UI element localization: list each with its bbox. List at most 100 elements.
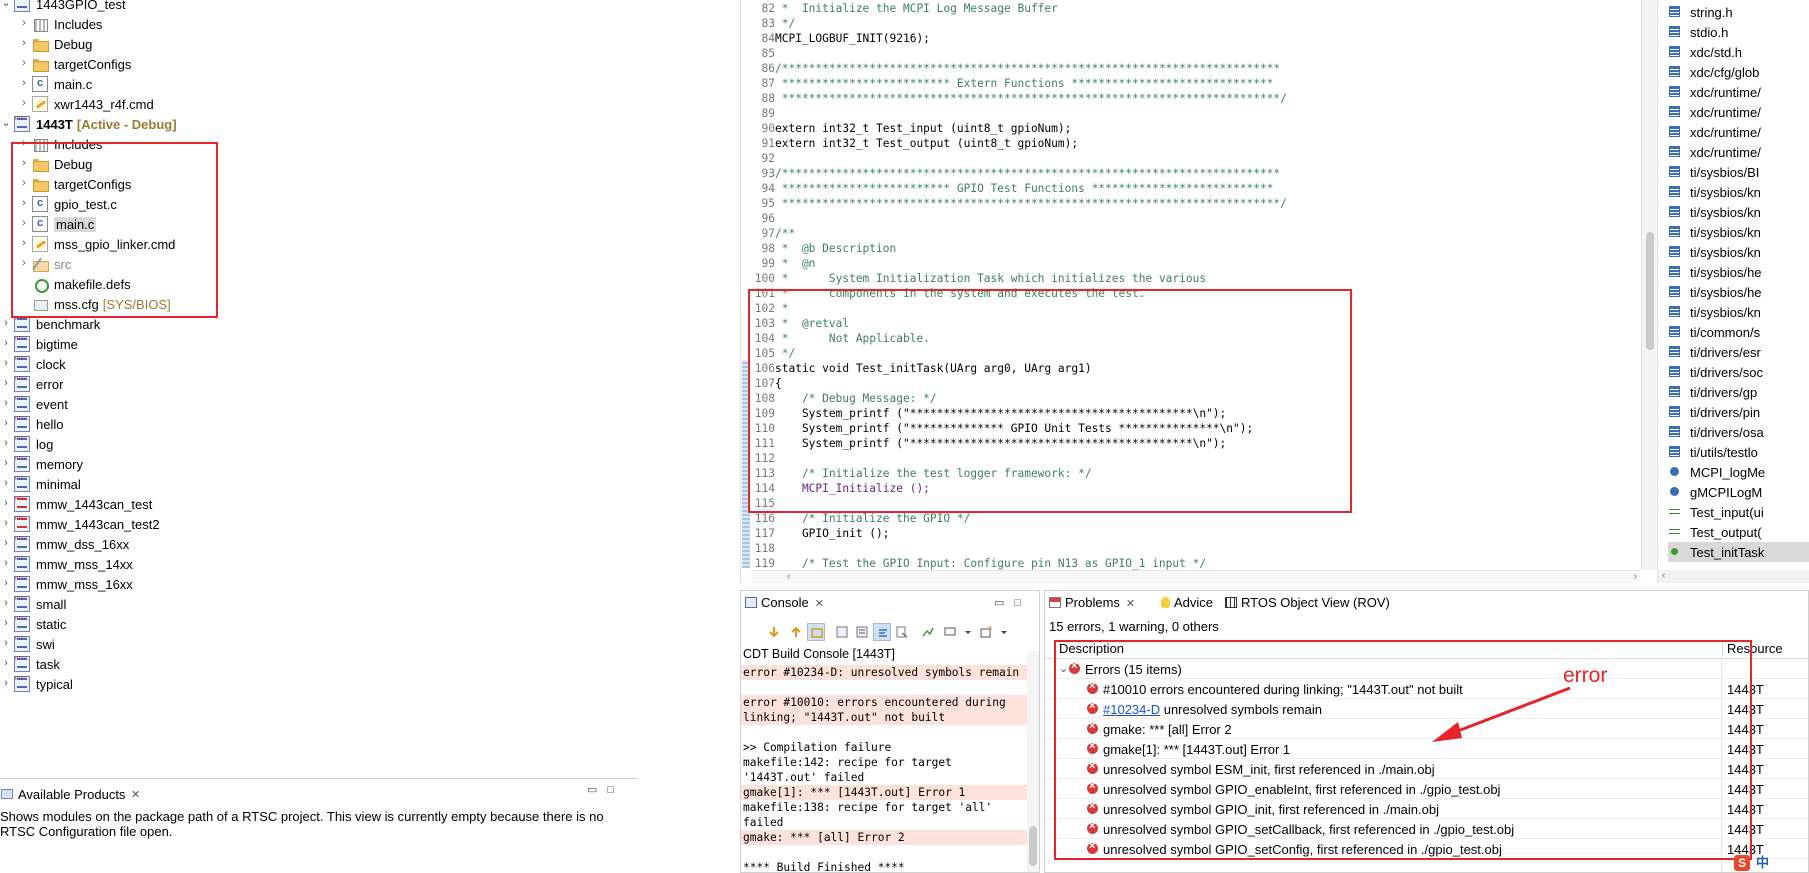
outline-item[interactable]: Test_output( [1668,522,1809,542]
column-description[interactable]: Description [1059,641,1124,656]
chevron-right-icon[interactable]: › [0,516,12,530]
file-main-c[interactable]: › main.c [0,74,630,94]
code-line[interactable]: 112 [741,451,1641,466]
outline-item[interactable]: ti/common/s [1668,322,1809,342]
outline-item[interactable]: xdc/runtime/ [1668,82,1809,102]
project-error[interactable]: › error [0,374,630,394]
includes[interactable]: › Includes [0,14,630,34]
chevron-right-icon[interactable]: › [18,76,30,90]
chevron-right-icon[interactable]: › [0,656,12,670]
project-small[interactable]: › small [0,594,630,614]
chevron-right-icon[interactable]: › [18,56,30,70]
tab-rtos-object-view[interactable]: RTOS Object View (ROV) [1225,595,1390,615]
chevron-right-icon[interactable]: › [18,176,30,190]
outline-item[interactable]: ti/drivers/pin [1668,402,1809,422]
folder-debug[interactable]: › Debug [0,34,630,54]
outline-item[interactable]: Test_initTask [1668,542,1809,562]
outline-item[interactable]: stdio.h [1668,22,1809,42]
code-line[interactable]: 99 * @n [741,256,1641,271]
outline-item[interactable]: ti/sysbios/kn [1668,302,1809,322]
outline-item[interactable]: ti/drivers/soc [1668,362,1809,382]
project-memory[interactable]: › memory [0,454,630,474]
problem-row[interactable]: unresolved symbol GPIO_setConfig, first … [1045,839,1808,859]
code-line[interactable]: 113 /* Initialize the test logger framew… [741,466,1641,481]
tab-advice[interactable]: Advice [1161,595,1213,615]
file-gpio-test-c[interactable]: › gpio_test.c [0,194,630,214]
project-log[interactable]: › log [0,434,630,454]
outline-item[interactable]: gMCPILogM [1668,482,1809,502]
code-line[interactable]: 116 /* Initialize the GPIO */ [741,511,1641,526]
chevron-right-icon[interactable]: › [0,556,12,570]
chevron-right-icon[interactable]: › [0,676,12,690]
code-line[interactable]: 102 * [741,301,1641,316]
code-line[interactable]: 108 /* Debug Message: */ [741,391,1641,406]
project-mmw-mss-14xx[interactable]: › mmw_mss_14xx [0,554,630,574]
project-hello[interactable]: › hello [0,414,630,434]
code-line[interactable]: 88 *************************************… [741,91,1641,106]
code-line[interactable]: 117 GPIO_init (); [741,526,1641,541]
ime-indicator[interactable]: S中 [1734,852,1809,873]
code-line[interactable]: 110 System_printf ("************** GPIO … [741,421,1641,436]
chevron-right-icon[interactable]: › [0,396,12,410]
code-line[interactable]: 109 System_printf ("********************… [741,406,1641,421]
pin-console-button[interactable] [893,623,911,641]
code-line[interactable]: 93/*************************************… [741,166,1641,181]
outline-item[interactable]: xdc/runtime/ [1668,122,1809,142]
problem-row[interactable]: unresolved symbol GPIO_init, first refer… [1045,799,1808,819]
code-line[interactable]: 111 System_printf ("********************… [741,436,1641,451]
editor-vertical-scrollbar[interactable] [1641,0,1657,570]
console-vertical-scrollbar[interactable] [1027,651,1039,872]
code-line[interactable]: 106static void Test_initTask(UArg arg0, … [741,361,1641,376]
scroll-left-icon[interactable]: ‹ [787,571,790,582]
code-line[interactable]: 84MCPI_LOGBUF_INIT(9216); [741,31,1641,46]
project-1443gpio-test[interactable]: ⌄ 1443GPIO_test [0,0,630,14]
problem-row[interactable]: unresolved symbol ESM_init, first refere… [1045,759,1808,779]
chevron-right-icon[interactable]: › [0,496,12,510]
outline-horizontal-scrollbar[interactable]: ‹ [1658,570,1809,583]
chevron-right-icon[interactable]: › [0,596,12,610]
chevron-right-icon[interactable]: › [18,256,30,270]
open-console-dropdown[interactable] [995,623,1013,641]
display-selected-console-button[interactable] [919,623,937,641]
outline-item[interactable]: ti/drivers/osa [1668,422,1809,442]
outline-item[interactable]: ti/sysbios/he [1668,262,1809,282]
file-mss-cfg[interactable]: mss.cfg [SYS/BIOS] [0,294,630,314]
chevron-right-icon[interactable]: › [18,196,30,210]
outline-item[interactable]: ti/sysbios/kn [1668,222,1809,242]
code-line[interactable]: 105 */ [741,346,1641,361]
link-button[interactable] [807,623,825,641]
chevron-right-icon[interactable]: › [0,436,12,450]
code-line[interactable]: 92 [741,151,1641,166]
project-task[interactable]: › task [0,654,630,674]
minimize-maximize-icons[interactable]: ▭□ [587,783,624,796]
scrollbar-thumb[interactable] [1029,826,1037,866]
project-mmw-dss-16xx[interactable]: › mmw_dss_16xx [0,534,630,554]
minimize-maximize-icons[interactable]: ▭□ [994,596,1031,609]
project-swi[interactable]: › swi [0,634,630,654]
code-line[interactable]: 91extern int32_t Test_output (uint8_t gp… [741,136,1641,151]
chevron-right-icon[interactable]: › [18,156,30,170]
code-editor[interactable]: 82 * Initialize the MCPI Log Message Buf… [740,0,1657,583]
chevron-right-icon[interactable]: › [18,16,30,30]
code-line[interactable]: 94 ************************* GPIO Test F… [741,181,1641,196]
code-line[interactable]: 96 [741,211,1641,226]
project-benchmark[interactable]: › benchmark [0,314,630,334]
code-line[interactable]: 97/** [741,226,1641,241]
project-mmw-1443can-test2[interactable]: › mmw_1443can_test2 [0,514,630,534]
chevron-right-icon[interactable]: › [0,316,12,330]
code-line[interactable]: 107{ [741,376,1641,391]
code-line[interactable]: 87 ************************* Extern Func… [741,76,1641,91]
chevron-right-icon[interactable]: › [0,536,12,550]
code-line[interactable]: 89 [741,106,1641,121]
chevron-down-icon[interactable]: ⌄ [0,116,12,130]
outline-item[interactable]: ti/utils/testlo [1668,442,1809,462]
project-mmw-mss-16xx[interactable]: › mmw_mss_16xx [0,574,630,594]
chevron-down-icon[interactable]: ⌄ [1059,662,1068,675]
code-line[interactable]: 95 *************************************… [741,196,1641,211]
scroll-lock-toggle[interactable] [853,623,871,641]
code-line[interactable]: 103 * @retval [741,316,1641,331]
code-line[interactable]: 115 [741,496,1641,511]
file-makefile-defs[interactable]: makefile.defs [0,274,630,294]
code-line[interactable]: 100 * System Initialization Task which i… [741,271,1641,286]
close-icon[interactable]: ✕ [815,598,824,610]
